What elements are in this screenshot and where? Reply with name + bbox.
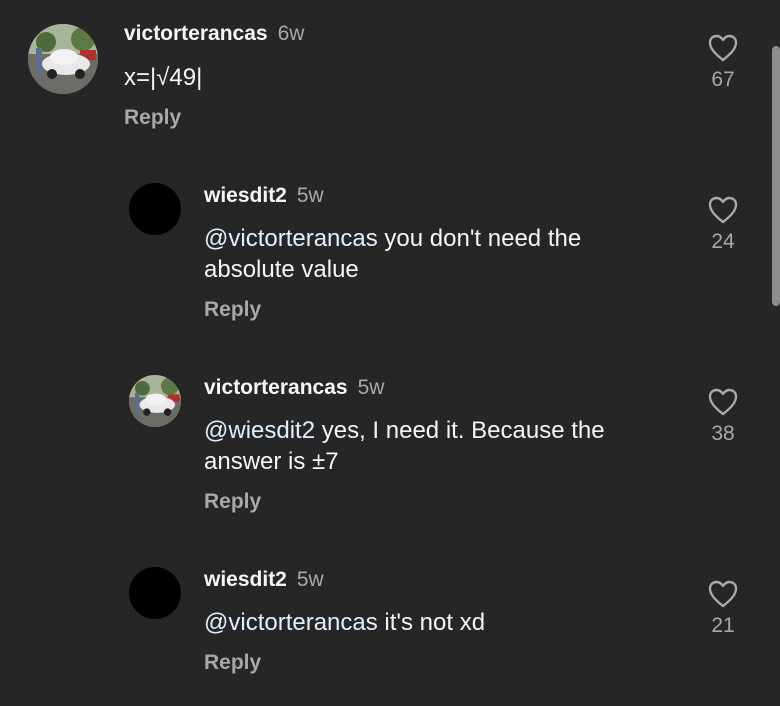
like-control: 38 [698, 388, 748, 446]
mention-link[interactable]: @wiesdit2 [204, 417, 315, 444]
car-photo-avatar [129, 375, 181, 427]
heart-outline-icon[interactable] [708, 388, 738, 416]
comment-header: wiesdit2 5w [204, 568, 324, 592]
car-photo-avatar [28, 24, 98, 94]
avatar[interactable] [129, 375, 181, 427]
username[interactable]: victorterancas [204, 376, 348, 399]
scrollbar[interactable] [772, 46, 780, 306]
heart-outline-icon[interactable] [708, 196, 738, 224]
comment-header: victorterancas 6w [124, 22, 304, 46]
avatar[interactable] [28, 24, 98, 94]
avatar[interactable] [129, 183, 181, 235]
heart-outline-icon[interactable] [708, 34, 738, 62]
comment-item: wiesdit2 5w @victorterancas you don't nee… [0, 180, 780, 330]
mention-link[interactable]: @victorterancas [204, 609, 378, 636]
comment-header: victorterancas 5w [204, 376, 384, 400]
reply-button[interactable]: Reply [124, 106, 181, 130]
comment-body: x=|√49| [124, 64, 203, 91]
reply-button[interactable]: Reply [204, 298, 261, 322]
like-count: 38 [711, 422, 735, 445]
like-control: 67 [698, 34, 748, 92]
mention-link[interactable]: @victorterancas [204, 225, 378, 252]
like-control: 21 [698, 580, 748, 638]
like-count: 67 [711, 68, 735, 91]
timestamp: 5w [357, 376, 385, 399]
timestamp: 5w [296, 568, 324, 591]
comments-screen: victorterancas 6w x=|√49| Reply 67 wiesdi… [0, 0, 780, 706]
reply-button[interactable]: Reply [204, 490, 261, 514]
comment-body: it's not xd [377, 609, 486, 636]
comment-text: @victorterancas you don't need the absol… [204, 223, 664, 285]
username[interactable]: wiesdit2 [204, 184, 287, 207]
comment-item: wiesdit2 5w @victorterancas it's not xd R… [0, 564, 780, 704]
username[interactable]: wiesdit2 [204, 568, 287, 591]
comment-text: x=|√49| [124, 62, 584, 93]
avatar[interactable] [129, 567, 181, 619]
reply-button[interactable]: Reply [204, 651, 261, 675]
comment-text: @victorterancas it's not xd [204, 607, 664, 638]
timestamp: 6w [277, 22, 305, 45]
comment-text: @wiesdit2 yes, I need it. Because the an… [204, 415, 664, 477]
like-count: 21 [711, 614, 735, 637]
comment-item: victorterancas 6w x=|√49| Reply 67 [0, 0, 780, 150]
username[interactable]: victorterancas [124, 22, 268, 45]
comment-item: victorterancas 5w @wiesdit2 yes, I need i… [0, 372, 780, 522]
comment-header: wiesdit2 5w [204, 184, 324, 208]
like-count: 24 [711, 230, 735, 253]
timestamp: 5w [296, 184, 324, 207]
like-control: 24 [698, 196, 748, 254]
heart-outline-icon[interactable] [708, 580, 738, 608]
